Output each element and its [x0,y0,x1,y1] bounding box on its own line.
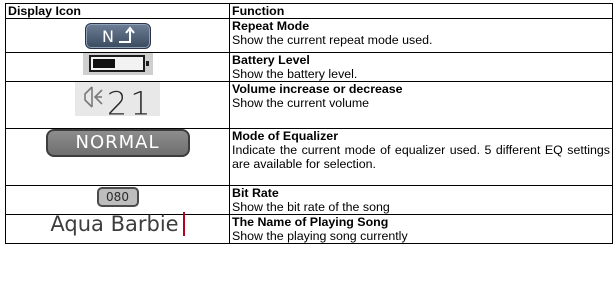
function-description: Show the current repeat mode used. [232,33,433,47]
icon-cell [5,52,230,82]
table-row: NORMAL Mode of Equalizer Indicate the cu… [5,128,613,186]
function-title: The Name of Playing Song [232,215,389,229]
function-cell: Repeat Mode Show the current repeat mode… [229,18,613,53]
equalizer-mode-icon: NORMAL [45,129,190,157]
table-row: N Repeat Mode Show the current repeat mo… [5,18,613,53]
table-row: 21 Volume increase or decrease Show the … [5,81,613,129]
icon-cell: 080 [5,185,230,215]
function-description: Show the current volume [232,96,370,110]
function-title: Bit Rate [232,186,279,200]
repeat-mode-letter: N [102,27,114,46]
function-cell: Battery Level Show the battery level. [229,52,613,82]
function-title: Volume increase or decrease [232,82,403,96]
function-description: Show the playing song currently [232,229,408,243]
function-cell: Bit Rate Show the bit rate of the song [229,185,613,215]
volume-icon: 21 [75,82,160,121]
function-title: Battery Level [232,53,310,67]
function-description: Indicate the current mode of equalizer u… [232,143,610,171]
battery-icon [88,55,149,72]
function-title: Mode of Equalizer [232,129,339,143]
icon-cell: Aqua Barbie [5,212,230,244]
function-description: Show the battery level. [232,67,358,81]
battery-fill [92,59,115,68]
function-cell: Mode of Equalizer Indicate the current m… [229,128,613,186]
table-row: Battery Level Show the battery level. [5,52,613,82]
display-icon-header: Display Icon [5,3,230,19]
table-row: 080 Bit Rate Show the bit rate of the so… [5,185,613,215]
song-name-display: Aqua Barbie [50,212,185,236]
battery-level-icon [82,53,153,75]
function-cell: The Name of Playing Song Show the playin… [229,214,613,244]
function-header: Function [229,3,613,19]
function-cell: Volume increase or decrease Show the cur… [229,81,613,129]
icon-cell: N [5,18,230,53]
icon-cell: 21 [5,81,230,129]
volume-value: 21 [106,84,154,123]
bit-rate-icon: 080 [96,187,139,207]
repeat-mode-icon: N [84,23,151,49]
display-icon-table: Display Icon Function N Repeat Mode Show… [5,3,613,244]
function-description: Show the bit rate of the song [232,200,390,214]
icon-cell: NORMAL [5,128,230,186]
battery-tip [145,61,149,66]
table-header-row: Display Icon Function [5,3,613,19]
speaker-icon [81,82,103,125]
table-row: Aqua Barbie The Name of Playing Song Sho… [5,212,613,244]
function-title: Repeat Mode [232,19,310,33]
